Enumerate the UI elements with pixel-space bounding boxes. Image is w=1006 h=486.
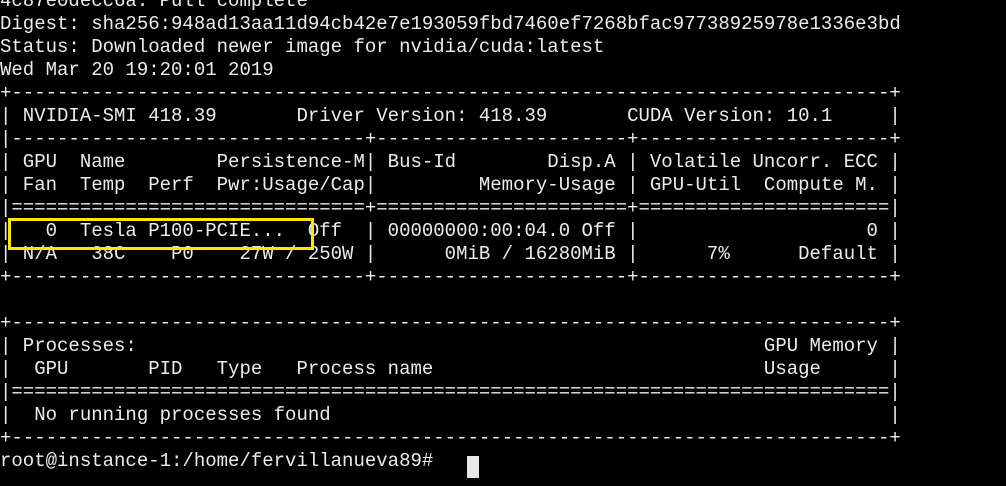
gpu-header-row-1: | GPU Name Persistence-M| Bus-Id Disp.A … bbox=[0, 151, 901, 173]
download-status-line: Status: Downloaded newer image for nvidi… bbox=[0, 36, 605, 58]
terminal-window[interactable]: 4c87e0decc6a: Pull complete Digest: sha2… bbox=[0, 0, 1006, 486]
no-processes-row: | No running processes found | bbox=[0, 404, 901, 426]
digest-line: Digest: sha256:948ad13aa11d94cb42e7e1930… bbox=[0, 13, 901, 35]
table-top-border: +---------------------------------------… bbox=[0, 82, 901, 104]
smi-version-row: | NVIDIA-SMI 418.39 Driver Version: 418.… bbox=[0, 105, 901, 127]
pull-status-line: 4c87e0decc6a: Pull complete bbox=[0, 0, 308, 12]
timestamp-line: Wed Mar 20 19:20:01 2019 bbox=[0, 59, 274, 81]
table-divider: |-------------------------------+-------… bbox=[0, 128, 901, 150]
gpu-info-row-1: | 0 Tesla P100-PCIE... Off | 00000000:00… bbox=[0, 220, 901, 242]
table-header-separator: |===============================+=======… bbox=[0, 197, 901, 219]
processes-separator: |=======================================… bbox=[0, 381, 901, 403]
shell-prompt[interactable]: root@instance-1:/home/fervillanueva89# bbox=[0, 450, 445, 473]
processes-bottom-border: +---------------------------------------… bbox=[0, 427, 901, 449]
text-cursor bbox=[467, 456, 479, 478]
gpu-header-row-2: | Fan Temp Perf Pwr:Usage/Cap| Memory-Us… bbox=[0, 174, 901, 196]
table-bottom-border: +-------------------------------+-------… bbox=[0, 266, 901, 288]
gpu-info-row-2: | N/A 38C P0 27W / 250W | 0MiB / 16280Mi… bbox=[0, 243, 901, 265]
processes-header-row-2: | GPU PID Type Process name Usage | bbox=[0, 358, 901, 380]
processes-top-border: +---------------------------------------… bbox=[0, 312, 901, 334]
processes-header-row-1: | Processes: GPU Memory | bbox=[0, 335, 901, 357]
